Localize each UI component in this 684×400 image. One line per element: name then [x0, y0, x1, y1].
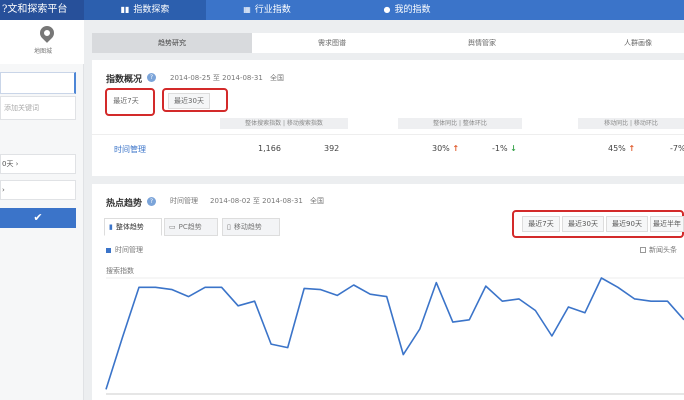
logo-label: 地图城	[34, 48, 53, 55]
arrow-up-icon: ↑	[452, 144, 460, 153]
sidebar-logo[interactable]: 地图城	[0, 20, 84, 64]
overall-index-value: 1,166	[258, 144, 281, 153]
top-bar: ?文和探索平台 ▮▮ 指数探索 ▦ 行业指数 ● 我的指数	[0, 0, 684, 20]
nav-label: 指数探索	[133, 5, 170, 15]
col-header-overall-change: 整体同比 | 整体环比	[398, 118, 522, 129]
highlight-box	[162, 88, 228, 112]
arrow-up-icon: ↑	[628, 144, 636, 153]
mobile-index-value: 392	[324, 144, 340, 153]
nav-my-index[interactable]: ● 我的指数	[352, 0, 462, 20]
divider	[92, 134, 684, 135]
map-pin-icon	[37, 23, 57, 43]
trend-panel: 热点趋势 ? 时间管理 2014-08-02 至 2014-08-31 全国 ▮…	[92, 184, 684, 400]
tab-sentiment[interactable]: 舆情管家	[412, 33, 552, 53]
series-line	[105, 277, 684, 390]
tab-audience[interactable]: 人群画像	[552, 33, 684, 53]
bar-chart-icon: ▮▮	[120, 5, 130, 14]
sidebar: 地图城 添加关键词 0天 › › ✔	[0, 20, 84, 400]
keyword-link[interactable]: 时间管理	[114, 144, 146, 155]
nav-label: 我的指数	[394, 5, 431, 15]
nav-industry-index[interactable]: ▦ 行业指数	[206, 0, 328, 20]
grid-icon: ▦	[243, 5, 251, 14]
keyword-input-active[interactable]	[0, 72, 76, 94]
tab-demand-graph[interactable]: 需求图谱	[252, 33, 412, 53]
nav-label: 行业指数	[254, 5, 291, 15]
mobile-yoy-value: 45%	[608, 144, 626, 153]
overview-region: 全国	[270, 74, 284, 82]
overall-mom-value: -1%	[492, 144, 508, 153]
col-header-mobile-change: 移动同比 | 移动环比	[578, 118, 684, 129]
user-icon: ●	[383, 5, 391, 14]
main-tabs: 趋势研究 需求图谱 舆情管家 人群画像	[92, 33, 684, 53]
mobile-mom-value: -7%	[670, 144, 684, 153]
overview-panel: 指数概况 ? 2014-08-25 至 2014-08-31 全国 最近7天 最…	[92, 60, 684, 176]
check-icon: ✔	[33, 211, 43, 224]
nav-index-explore[interactable]: ▮▮ 指数探索	[84, 0, 206, 20]
add-keyword-field[interactable]: 添加关键词	[0, 96, 76, 120]
sidebar-option-2[interactable]: ›	[0, 180, 76, 200]
overview-title: 指数概况	[106, 75, 143, 85]
confirm-button[interactable]: ✔	[0, 208, 76, 228]
arrow-down-icon: ↓	[510, 144, 517, 153]
col-header-index: 整体搜索指数 | 移动搜索指数	[220, 118, 348, 129]
overview-date-range: 2014-08-25 至 2014-08-31	[170, 74, 263, 82]
chart-grid	[106, 277, 684, 395]
sidebar-option-1[interactable]: 0天 ›	[0, 154, 76, 174]
chart-series	[105, 277, 684, 390]
tab-trend-research[interactable]: 趋势研究	[92, 33, 252, 53]
overall-yoy-value: 30%	[432, 144, 450, 153]
trend-chart	[105, 277, 684, 395]
highlight-box	[105, 88, 155, 116]
platform-brand: ?文和探索平台	[0, 0, 84, 20]
help-icon[interactable]: ?	[147, 73, 156, 82]
